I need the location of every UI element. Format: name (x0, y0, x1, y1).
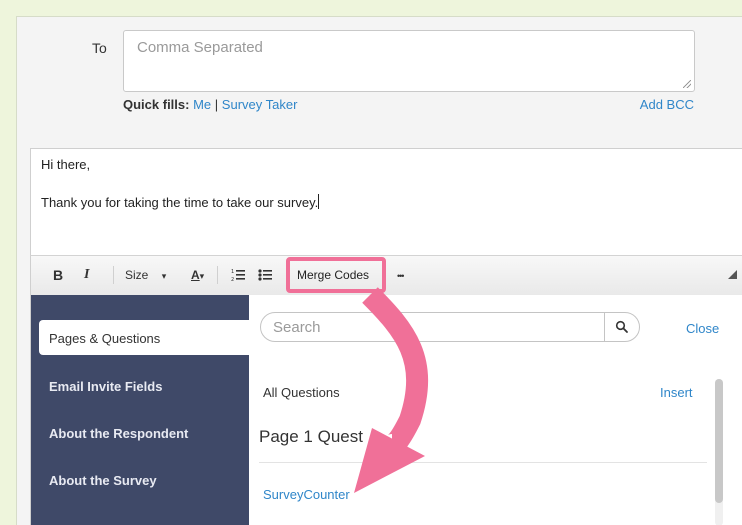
editor-toolbar: B I Size ▾ A▾ 1 2 Merge Codes ••• (30, 255, 742, 295)
bullet-list-icon[interactable] (258, 268, 272, 282)
quick-fills: Quick fills: Me | Survey Taker (123, 97, 297, 112)
search-icon[interactable] (615, 320, 629, 334)
resize-grip-icon[interactable] (683, 80, 691, 88)
email-compose-frame: To Comma Separated Quick fills: Me | Sur… (16, 16, 742, 525)
italic-button[interactable]: I (84, 268, 89, 282)
add-bcc-link[interactable]: Add BCC (640, 97, 694, 112)
quick-fill-me-link[interactable]: Me (193, 97, 211, 112)
all-questions-label: All Questions (263, 385, 340, 400)
quick-fill-separator: | (214, 97, 219, 112)
svg-text:1: 1 (231, 269, 234, 275)
sidebar-item-about-survey[interactable]: About the Survey (49, 473, 157, 488)
toolbar-divider (217, 266, 218, 284)
size-label: Size (125, 268, 149, 282)
search-placeholder: Search (273, 319, 321, 336)
size-dropdown[interactable]: Size ▾ (125, 268, 166, 283)
font-color-icon: A (191, 268, 200, 282)
merge-code-survey-counter[interactable]: SurveyCounter (263, 487, 350, 502)
chevron-down-icon: ▾ (199, 271, 205, 281)
scrollbar-thumb[interactable] (715, 379, 723, 503)
quick-fills-label: Quick fills: (123, 97, 190, 112)
merge-codes-panel: Pages & Questions Email Invite Fields Ab… (30, 295, 742, 525)
page-heading: Page 1 Quest (259, 427, 363, 446)
close-link[interactable]: Close (686, 321, 719, 336)
expand-corner-icon[interactable] (728, 270, 737, 279)
merge-codes-button[interactable]: Merge Codes (297, 268, 369, 282)
text-caret (318, 194, 320, 209)
message-editor[interactable]: Hi there, Thank you for taking the time … (30, 148, 742, 270)
editor-line-2: Thank you for taking the time to take ou… (41, 195, 319, 210)
sidebar-item-email-invite-fields[interactable]: Email Invite Fields (49, 379, 162, 394)
search-divider (604, 313, 605, 341)
divider (259, 462, 707, 463)
sidebar-item-pages-questions[interactable]: Pages & Questions (39, 320, 249, 355)
merge-codes-sidebar: Pages & Questions Email Invite Fields Ab… (31, 295, 249, 525)
to-input[interactable]: Comma Separated (123, 30, 695, 92)
to-placeholder: Comma Separated (137, 39, 263, 56)
font-color-button[interactable]: A▾ (191, 268, 204, 283)
bold-button[interactable]: B (53, 268, 63, 282)
more-options-icon[interactable]: ••• (397, 269, 405, 283)
editor-line-1: Hi there, (41, 157, 91, 172)
insert-link[interactable]: Insert (660, 385, 693, 400)
svg-text:2: 2 (231, 277, 234, 282)
numbered-list-icon[interactable]: 1 2 (231, 268, 245, 282)
to-label: To (92, 40, 107, 56)
quick-fill-survey-taker-link[interactable]: Survey Taker (222, 97, 298, 112)
sidebar-item-about-respondent[interactable]: About the Respondent (49, 426, 188, 441)
chevron-down-icon: ▾ (161, 271, 167, 281)
toolbar-divider (113, 266, 114, 284)
search-input[interactable]: Search (260, 312, 640, 342)
